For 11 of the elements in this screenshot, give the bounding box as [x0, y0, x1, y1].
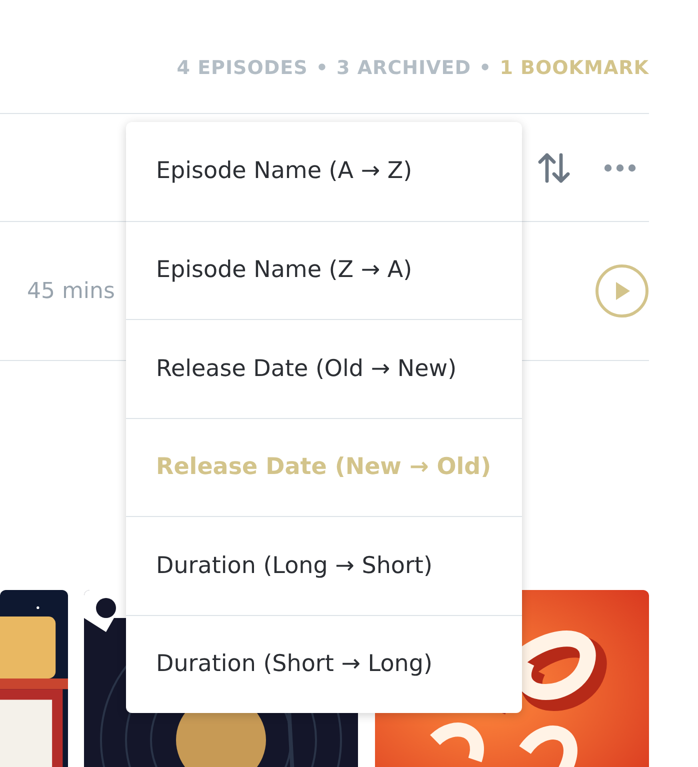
sort-option[interactable]: Duration (Long → Short)	[126, 516, 522, 614]
episode-duration: 45 mins	[27, 278, 115, 306]
stat-label: 4 EPISODES	[176, 56, 308, 81]
stat-label: 3 ARCHIVED	[336, 56, 472, 81]
sort-option[interactable]: Release Date (Old → New)	[126, 319, 522, 418]
sort-option[interactable]: Duration (Short → Long)	[126, 614, 522, 713]
sort-option[interactable]: Episode Name (A → Z)	[126, 122, 522, 220]
stat-label: 1 BOOKMARK	[500, 56, 649, 81]
separator-dot: •	[479, 56, 492, 81]
sort-option[interactable]: Episode Name (Z → A)	[126, 220, 522, 319]
separator-dot: •	[316, 56, 328, 81]
